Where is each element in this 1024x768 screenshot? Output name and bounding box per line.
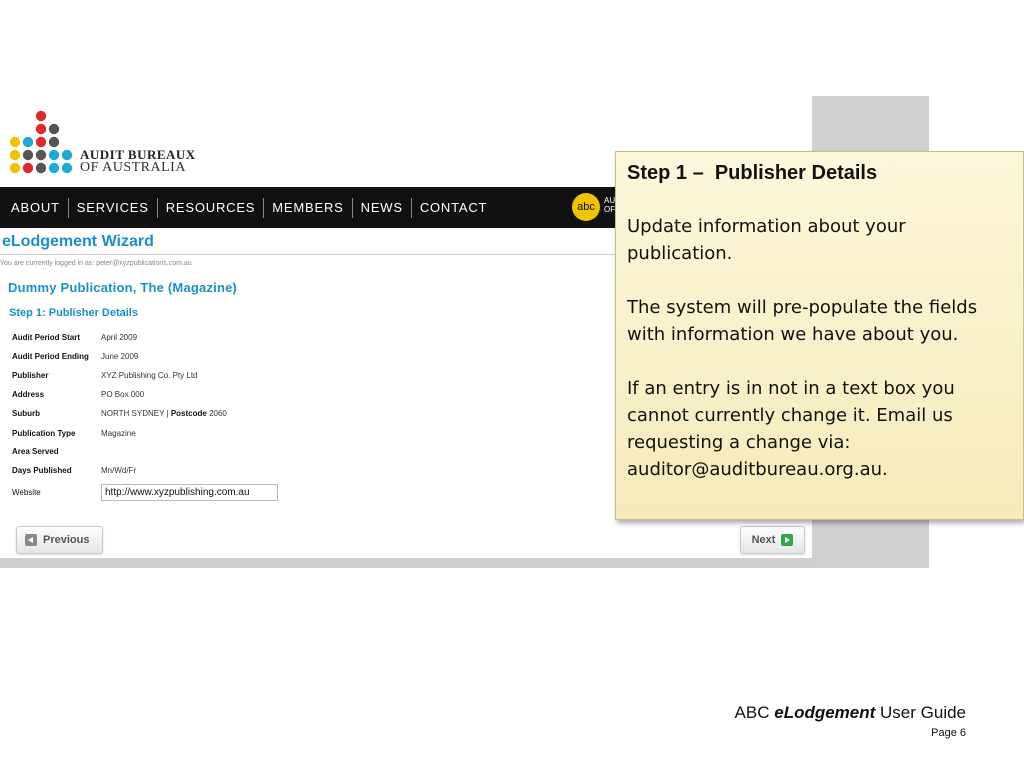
login-status: You are currently logged in as: peter@xy…	[0, 260, 192, 267]
detail-label: Audit Period Ending	[12, 352, 89, 361]
callout-note: Step 1 – Publisher Details Update inform…	[615, 151, 1024, 520]
arrow-right-icon	[781, 534, 794, 546]
footer-title: ABC eLodgement User Guide	[735, 703, 966, 723]
nav-list: ABOUT SERVICES RESOURCES MEMBERS NEWS CO…	[0, 187, 495, 228]
detail-label: Audit Period Start	[12, 333, 81, 342]
website-input[interactable]	[101, 484, 278, 501]
arrow-left-icon	[25, 534, 37, 546]
detail-value: NORTH SYDNEY | Postcode 2060	[101, 409, 227, 418]
detail-value: XYZ Publishing Co. Pty Ltd	[101, 371, 198, 380]
footer-prefix: ABC	[734, 703, 775, 722]
detail-value: Magazine	[101, 429, 136, 438]
nav-item-services[interactable]: SERVICES	[69, 197, 158, 218]
step-title: Step 1: Publisher Details	[9, 307, 138, 319]
next-button-label: Next	[751, 534, 776, 546]
abc-logo: AUDIT BUREAUX OF AUSTRALIA	[10, 110, 210, 176]
wizard-title: eLodgement Wizard	[2, 233, 154, 250]
previous-button[interactable]: Previous	[16, 526, 103, 554]
page-number: Page 6	[931, 727, 966, 739]
abc-badge-icon: abc	[572, 193, 600, 221]
nav-item-contact[interactable]: CONTACT	[412, 198, 495, 218]
logo-line-2: OF AUSTRALIA	[80, 160, 186, 175]
detail-value: PO Box 000	[101, 390, 145, 399]
footer-suffix: User Guide	[875, 703, 966, 722]
nav-item-resources[interactable]: RESOURCES	[158, 197, 265, 218]
website-label: Website	[12, 488, 41, 497]
detail-label: Area Served	[12, 447, 59, 456]
detail-value: Mn/Wd/Fr	[101, 466, 137, 475]
detail-value: June 2009	[101, 352, 139, 361]
nav-item-news[interactable]: NEWS	[353, 197, 412, 218]
detail-label: Suburb	[12, 409, 40, 418]
detail-value: April 2009	[101, 333, 138, 342]
note-title: Step 1 – Publisher Details	[627, 162, 878, 184]
footer-brand: eLodgement	[774, 703, 876, 722]
previous-button-label: Previous	[43, 534, 90, 546]
postcode-label: Postcode	[170, 409, 207, 418]
nav-item-about[interactable]: ABOUT	[0, 197, 69, 218]
next-button[interactable]: Next	[740, 526, 805, 554]
logo-dots-icon	[10, 110, 73, 174]
note-paragraph: If an entry is in not in a text box you …	[627, 378, 955, 480]
note-paragraph: The system will pre-populate the fields …	[627, 297, 978, 345]
publication-title: Dummy Publication, The (Magazine)	[8, 280, 238, 295]
detail-label: Publication Type	[12, 429, 76, 438]
screenshot-bottom-bar	[0, 558, 812, 568]
detail-label: Address	[12, 390, 45, 399]
suburb-value: NORTH SYDNEY |	[101, 409, 169, 418]
detail-label: Publisher	[12, 371, 49, 380]
logo-text: AUDIT BUREAUX OF AUSTRALIA	[80, 148, 196, 175]
nav-item-members[interactable]: MEMBERS	[264, 197, 353, 218]
detail-label: Days Published	[12, 466, 72, 475]
postcode-value: 2060	[209, 409, 227, 418]
note-paragraph: Update information about your publicatio…	[627, 216, 906, 264]
